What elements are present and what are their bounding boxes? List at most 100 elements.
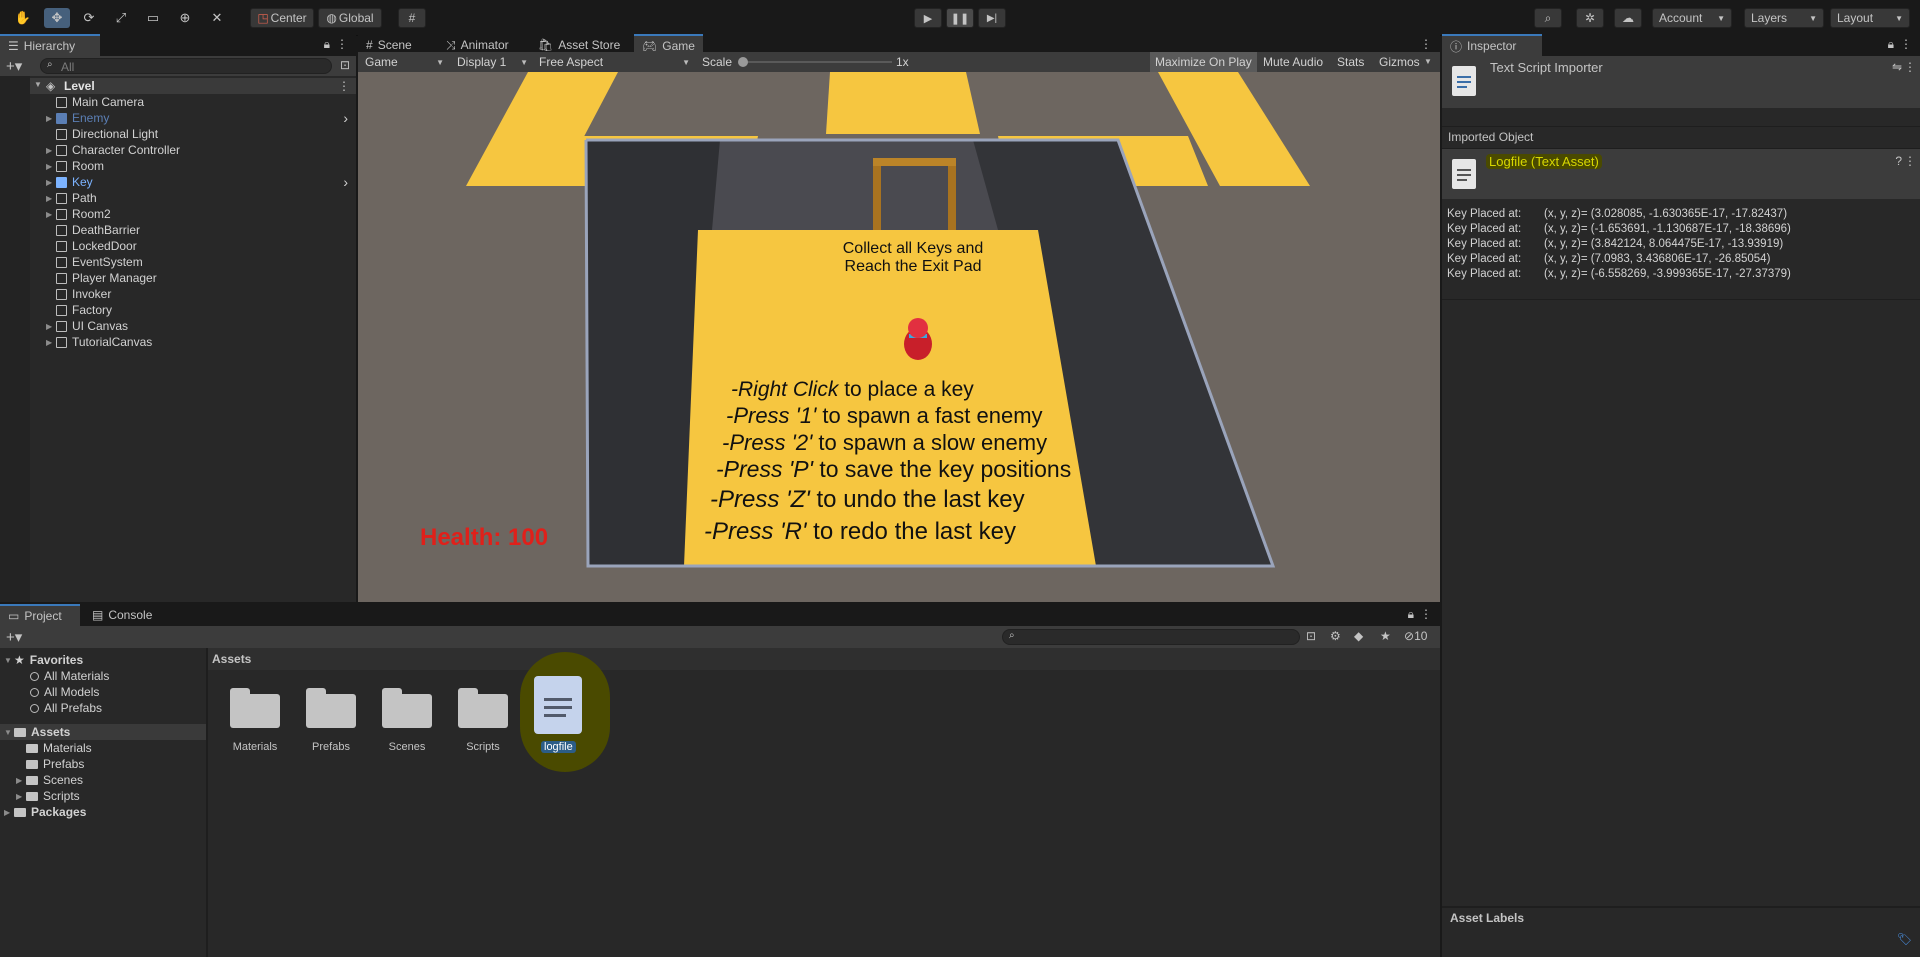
expand-arrow-icon[interactable]: ▶ [46,162,56,171]
lock-icon[interactable]: 🔒︎ [324,37,330,52]
tree-packages[interactable]: ▶ Packages [0,804,206,820]
play-button[interactable]: ▶ [914,8,942,28]
tree-favorite-item[interactable]: All Prefabs [0,700,206,716]
aspect-dropdown[interactable]: Free Aspect ▼ [534,53,694,71]
rotate-tool-icon[interactable]: ⟳ [76,8,102,28]
tab-inspector[interactable]: ⓘ Inspector [1442,34,1542,56]
kebab-menu-icon[interactable]: ⋮ [1420,37,1432,51]
hierarchy-item[interactable]: ▶ TutorialCanvas [30,334,356,350]
tree-favorite-item[interactable]: All Models [0,684,206,700]
expand-arrow-icon[interactable]: ▼ [34,80,42,89]
help-icon[interactable]: ? [1895,154,1902,168]
settings-slider-icon[interactable]: ⇋ [1892,60,1902,74]
hidden-packages-icon[interactable]: ⊘10 [1404,629,1427,643]
pause-button[interactable]: ❚❚ [946,8,974,28]
hierarchy-item[interactable]: ▶ Path [30,190,356,206]
root-scene-row[interactable]: ▼ ◈ Level ⋮ [30,78,356,94]
lock-icon[interactable]: 🔒︎ [1408,607,1414,622]
expand-arrow-icon[interactable]: ▼ [4,656,14,665]
layers-dropdown[interactable]: Layers ▼ [1744,8,1824,28]
hierarchy-item[interactable]: EventSystem [30,254,356,270]
kebab-menu-icon[interactable]: ⋮ [336,37,348,51]
tab-hierarchy[interactable]: ☰ Hierarchy [0,34,100,56]
rect-tool-icon[interactable]: ▭ [140,8,166,28]
project-search-input[interactable]: ⌕ [1002,629,1300,645]
services-button[interactable]: ✲ [1576,8,1604,28]
tree-folder-item[interactable]: ▶ Scripts [0,788,206,804]
hierarchy-item[interactable]: ▶ Room2 [30,206,356,222]
scale-slider-track[interactable] [742,61,892,63]
tree-favorites[interactable]: ▼ ★ Favorites [0,652,206,668]
stats-button[interactable]: Stats [1332,52,1369,72]
kebab-menu-icon[interactable]: ⋮ [1904,154,1916,168]
space-global-button[interactable]: ◍ Global [318,8,382,28]
game-view-dropdown[interactable]: Game ▼ [360,53,448,71]
folder-label[interactable]: Materials [220,741,290,753]
hierarchy-item[interactable]: Main Camera [30,94,356,110]
hierarchy-item[interactable]: ▶ Character Controller [30,142,356,158]
hierarchy-item[interactable]: ▶ Enemy › [30,110,356,126]
move-tool-icon[interactable]: ✥ [44,8,70,28]
hierarchy-item[interactable]: LockedDoor [30,238,356,254]
folder-label[interactable]: Scenes [372,741,442,753]
expand-arrow-icon[interactable]: ▶ [16,776,26,785]
game-view[interactable]: Collect all Keys and Reach the Exit Pad … [358,72,1440,602]
logfile-asset-icon[interactable] [534,676,582,734]
hierarchy-item[interactable]: Factory [30,302,356,318]
hierarchy-item[interactable]: Invoker [30,286,356,302]
expand-arrow-icon[interactable]: ▶ [46,178,56,187]
chevron-right-icon[interactable]: › [343,110,348,126]
expand-arrow-icon[interactable]: ▶ [46,194,56,203]
expand-arrow-icon[interactable]: ▶ [46,210,56,219]
folder-icon[interactable] [230,686,280,728]
expand-arrow-icon[interactable]: ▶ [46,114,56,123]
folder-label[interactable]: Scripts [448,741,518,753]
kebab-menu-icon[interactable]: ⋮ [1900,37,1912,51]
tab-project[interactable]: ▭ Project [0,604,80,626]
expand-arrow-icon[interactable]: ▶ [4,808,14,817]
hierarchy-search-input[interactable]: ⌕ All [40,58,332,74]
account-dropdown[interactable]: Account ▼ [1652,8,1732,28]
folder-icon[interactable] [382,686,432,728]
favorite-star-icon[interactable]: ★ [1380,629,1391,643]
lock-icon[interactable]: 🔒︎ [1888,37,1894,52]
mute-audio-button[interactable]: Mute Audio [1258,52,1328,72]
hierarchy-item[interactable]: ▶ Key › [30,174,356,190]
tree-assets[interactable]: ▼ Assets [0,724,206,740]
layout-dropdown[interactable]: Layout ▼ [1830,8,1910,28]
add-icon[interactable]: +▾ [6,57,22,75]
maximize-on-play-button[interactable]: Maximize On Play [1150,52,1257,72]
add-icon[interactable]: +▾ [6,628,22,646]
tab-console[interactable]: ▤ Console [84,604,160,626]
transform-tool-icon[interactable]: ⊕ [172,8,198,28]
search-button[interactable]: ⌕ [1534,8,1562,28]
pivot-center-button[interactable]: ◳ Center [250,8,314,28]
kebab-menu-icon[interactable]: ⋮ [1420,607,1432,621]
expand-arrow-icon[interactable]: ▼ [4,728,14,737]
logfile-label[interactable]: logfile [541,741,576,753]
tag-icon[interactable]: 🏷︎ [1897,932,1912,946]
hierarchy-item[interactable]: ▶ UI Canvas [30,318,356,334]
search-by-type-icon[interactable]: ⊡ [1306,629,1316,643]
tree-folder-item[interactable]: Materials [0,740,206,756]
expand-arrow-icon[interactable]: ▶ [16,792,26,801]
folder-icon[interactable] [306,686,356,728]
scale-slider-handle[interactable] [738,57,748,67]
chevron-right-icon[interactable]: › [343,174,348,190]
tree-favorite-item[interactable]: All Materials [0,668,206,684]
filter-label-icon[interactable]: ◆ [1354,629,1363,643]
hierarchy-item[interactable]: Directional Light [30,126,356,142]
folder-label[interactable]: Prefabs [296,741,366,753]
custom-tool-icon[interactable]: ✕ [204,8,230,28]
breadcrumb-assets[interactable]: Assets [212,652,251,666]
hierarchy-item[interactable]: ▶ Room [30,158,356,174]
gizmos-button[interactable]: Gizmos [1374,52,1425,72]
scale-tool-icon[interactable]: ⤢ [108,8,134,28]
tree-folder-item[interactable]: Prefabs [0,756,206,772]
tree-folder-item[interactable]: ▶ Scenes [0,772,206,788]
chevron-down-icon[interactable]: ▼ [1424,57,1432,66]
expand-arrow-icon[interactable]: ▶ [46,146,56,155]
hierarchy-item[interactable]: DeathBarrier [30,222,356,238]
expand-arrow-icon[interactable]: ▶ [46,338,56,347]
step-button[interactable]: ▶| [978,8,1006,28]
